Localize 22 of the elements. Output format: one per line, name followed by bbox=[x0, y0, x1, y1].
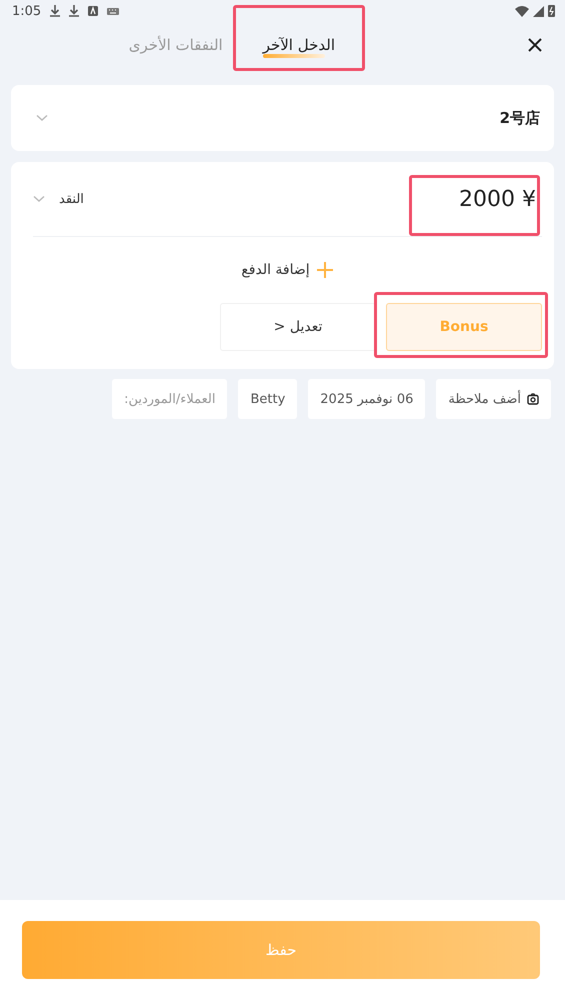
store-name: 2号店 bbox=[500, 108, 540, 128]
store-selector[interactable]: 2号店 bbox=[11, 85, 554, 151]
app-icon bbox=[88, 6, 98, 16]
download-icon bbox=[50, 5, 60, 17]
signal-icon bbox=[533, 6, 544, 16]
camera-icon bbox=[527, 393, 539, 405]
chevron-down-icon bbox=[36, 114, 48, 122]
amount-value: ¥ 2000 bbox=[459, 186, 537, 212]
add-payment-link[interactable]: إضافة الدفع bbox=[241, 262, 310, 278]
plus-icon bbox=[316, 261, 334, 279]
payment-method[interactable]: النقد bbox=[59, 192, 84, 206]
info-chip[interactable]: Betty bbox=[238, 379, 298, 419]
tab[interactable]: الدخل الآخر bbox=[262, 32, 335, 58]
info-chip[interactable]: 06 نوفمبر 2025 bbox=[308, 379, 426, 419]
keyboard-icon bbox=[107, 8, 120, 14]
battery-icon bbox=[548, 5, 555, 17]
download-icon bbox=[69, 5, 80, 17]
status-time: 1:05 bbox=[12, 4, 42, 18]
payment-type-button[interactable]: > تعديل bbox=[220, 303, 376, 351]
chevron-down-icon bbox=[33, 195, 45, 203]
wifi-icon bbox=[515, 6, 529, 16]
add-note-button[interactable]: أضف ملاحظة bbox=[436, 379, 551, 419]
